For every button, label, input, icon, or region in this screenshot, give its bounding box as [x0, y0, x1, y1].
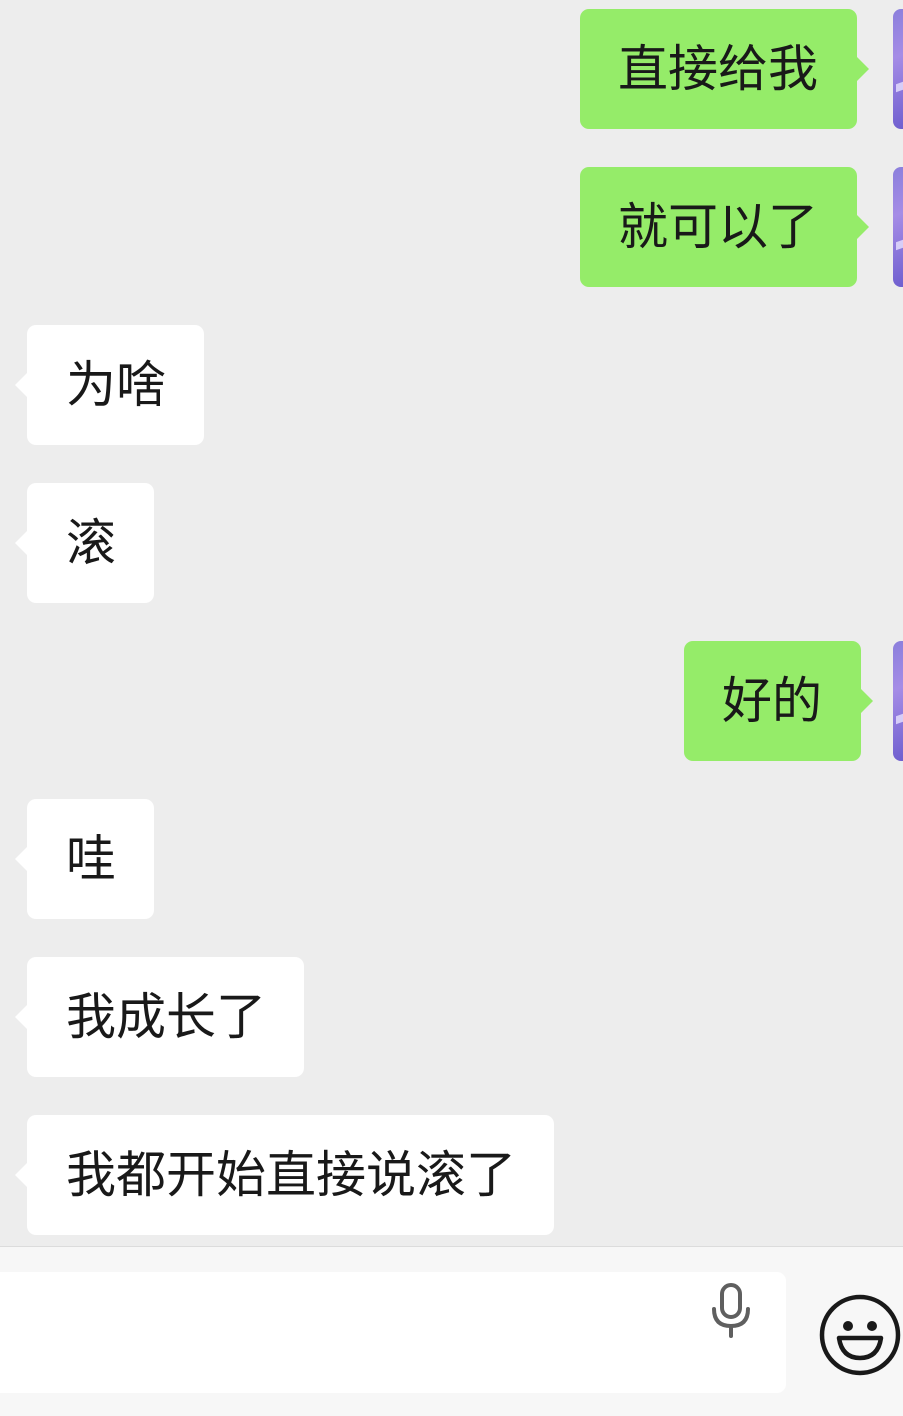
- my-avatar[interactable]: [893, 9, 903, 129]
- message-bubble-sent[interactable]: 直接给我: [580, 9, 869, 129]
- my-avatar[interactable]: [893, 641, 903, 761]
- message-bubble-received[interactable]: 哇: [15, 799, 154, 919]
- smiley-emoji-icon[interactable]: [818, 1293, 902, 1377]
- chat-input-bar: [0, 1246, 903, 1416]
- microphone-icon[interactable]: [708, 1283, 754, 1339]
- my-avatar[interactable]: [893, 167, 903, 287]
- message-bubble-received[interactable]: 我成长了: [15, 957, 304, 1077]
- message-bubble-received[interactable]: 为啥: [15, 325, 204, 445]
- message-bubble-received[interactable]: 我都开始直接说滚了: [15, 1115, 554, 1235]
- message-bubble-received[interactable]: 滚: [15, 483, 154, 603]
- message-bubble-sent[interactable]: 好的: [684, 641, 873, 761]
- message-input[interactable]: [0, 1272, 786, 1393]
- chat-message-list[interactable]: 直接给我 就可以了 为啥 滚 好的 哇 我成长了 我都开始直接说滚了: [0, 0, 903, 1246]
- message-bubble-sent[interactable]: 就可以了: [580, 167, 869, 287]
